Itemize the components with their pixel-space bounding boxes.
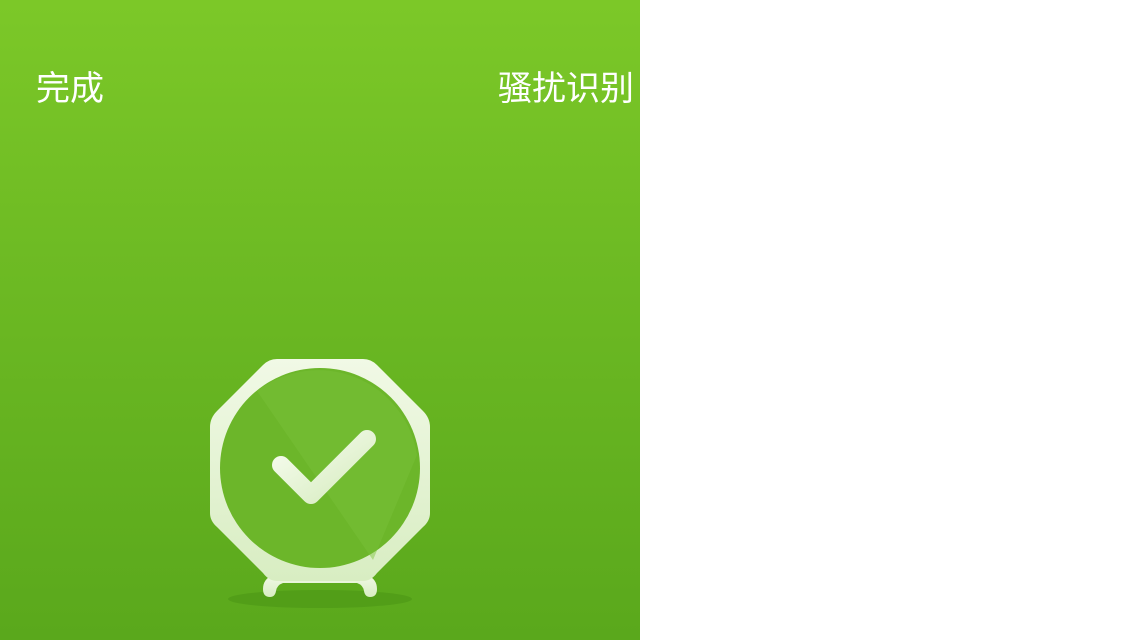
app-screen: 完成 骚扰识别 [0, 0, 1136, 640]
done-button[interactable]: 完成 [36, 68, 104, 110]
status-panel: 完成 骚扰识别 [0, 0, 640, 640]
harass-identification-button[interactable]: 骚扰识别 [498, 68, 634, 110]
shield-check-icon [205, 355, 435, 615]
blank-area [640, 0, 1136, 640]
